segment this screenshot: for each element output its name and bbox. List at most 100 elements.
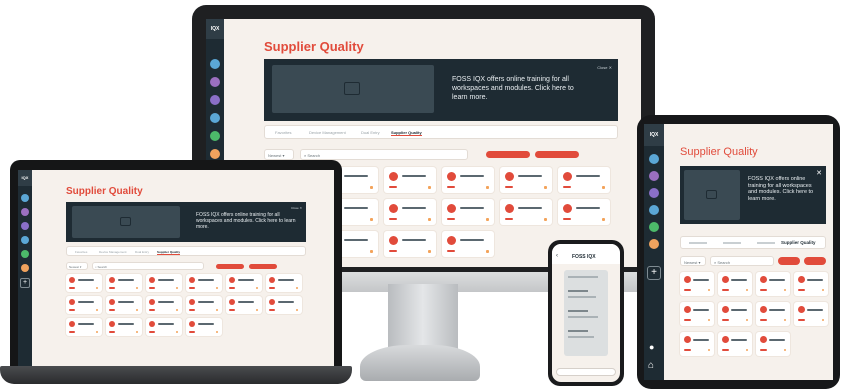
action-button-1[interactable] [216, 264, 244, 269]
list-item[interactable] [66, 296, 102, 314]
list-item[interactable] [106, 318, 142, 336]
list-item[interactable] [146, 318, 182, 336]
list-item[interactable] [186, 296, 222, 314]
list-item[interactable] [756, 302, 790, 326]
list-item[interactable] [500, 199, 552, 225]
workspace-dot-3[interactable] [21, 222, 29, 230]
close-icon[interactable]: ✕ [609, 65, 612, 70]
monitor-stand [388, 284, 458, 350]
home-icon[interactable]: ⌂ [648, 360, 654, 371]
tab-dual-entry[interactable]: Dual Entry [135, 250, 149, 254]
tab-favorites[interactable]: Favorites [75, 250, 87, 254]
search-input[interactable]: ⌕ Search [300, 149, 468, 160]
monitor-stand-base [360, 345, 480, 381]
action-button-2[interactable] [804, 257, 826, 265]
tab-device-management[interactable]: Device Management [99, 250, 127, 254]
workspace-dot-2[interactable] [649, 171, 659, 181]
list-item[interactable] [756, 272, 790, 296]
training-banner[interactable]: FOSS IQX offers online training for all … [264, 59, 618, 121]
action-button-1[interactable] [778, 257, 800, 265]
list-item[interactable] [794, 302, 828, 326]
action-button-2[interactable] [249, 264, 277, 269]
list-item[interactable] [718, 272, 752, 296]
list-item[interactable] [146, 274, 182, 292]
tab-placeholder-2[interactable] [723, 242, 741, 244]
list-item[interactable] [66, 318, 102, 336]
workspace-dot-6[interactable] [649, 239, 659, 249]
workspace-dot-4[interactable] [649, 205, 659, 215]
action-button-2[interactable] [535, 151, 579, 158]
close-icon[interactable]: ✕ [816, 169, 822, 177]
workspace-dot-5[interactable] [649, 222, 659, 232]
list-item[interactable] [66, 274, 102, 292]
sort-select[interactable]: Newest ▾ [66, 262, 88, 270]
tab-favorites[interactable]: Favorites [275, 130, 291, 135]
workspace-dot-6[interactable] [210, 149, 220, 159]
close-icon[interactable]: ✕ [299, 206, 302, 210]
list-item[interactable] [558, 167, 610, 193]
tab-placeholder-1[interactable] [689, 242, 707, 244]
workspace-dot-6[interactable] [21, 264, 29, 272]
list-item[interactable] [226, 296, 262, 314]
action-button-1[interactable] [486, 151, 530, 158]
tab-supplier-quality[interactable]: Supplier Quality [157, 250, 181, 255]
list-item[interactable] [680, 272, 714, 296]
tab-supplier-quality[interactable]: Supplier Quality [391, 130, 422, 136]
workspace-dot-3[interactable] [210, 95, 220, 105]
search-input[interactable]: ⌕ Search [710, 256, 774, 266]
list-item[interactable] [266, 274, 302, 292]
tab-placeholder-3[interactable] [757, 242, 775, 244]
workspace-dot-3[interactable] [649, 188, 659, 198]
training-banner[interactable]: FOSS IQX offers online training for all … [66, 202, 306, 242]
back-icon[interactable]: ‹ [556, 253, 558, 259]
list-item[interactable] [558, 199, 610, 225]
search-input[interactable]: ⌕ Search [92, 262, 204, 270]
list-item[interactable] [146, 296, 182, 314]
list-item[interactable] [680, 332, 714, 356]
list-item[interactable] [680, 302, 714, 326]
tablet: IQX + ● ⌂ Supplier Quality FOSS IQX offe… [637, 115, 840, 389]
list-item[interactable] [442, 199, 494, 225]
workspace-dot-1[interactable] [21, 194, 29, 202]
banner-close-button[interactable]: Close ✕ [597, 65, 612, 70]
sort-select[interactable]: Newest ▾ [264, 149, 294, 160]
list-item[interactable] [718, 332, 752, 356]
list-item[interactable] [384, 231, 436, 257]
list-item[interactable] [266, 296, 302, 314]
list-item[interactable] [106, 296, 142, 314]
list-item[interactable] [226, 274, 262, 292]
tab-bar: Favorites Device Management Dual Entry S… [264, 125, 618, 139]
list-item[interactable] [442, 231, 494, 257]
list-item[interactable] [106, 274, 142, 292]
tab-supplier-quality[interactable]: Supplier Quality [781, 240, 816, 245]
workspace-dot-4[interactable] [21, 236, 29, 244]
list-item[interactable] [442, 167, 494, 193]
workspace-dot-2[interactable] [210, 77, 220, 87]
workspace-dot-1[interactable] [210, 59, 220, 69]
list-item[interactable] [794, 272, 828, 296]
phone-input-bar[interactable] [556, 368, 616, 376]
banner-close-button[interactable]: Close ✕ [291, 206, 302, 210]
workspace-dot-5[interactable] [21, 250, 29, 258]
workspace-dot-4[interactable] [210, 113, 220, 123]
training-banner[interactable]: FOSS IQX offers online training for all … [680, 166, 826, 224]
sort-select[interactable]: Newest ▾ [680, 256, 706, 266]
list-item[interactable] [186, 274, 222, 292]
workspace-dot-1[interactable] [649, 154, 659, 164]
tab-device-management[interactable]: Device Management [309, 130, 346, 135]
list-item[interactable] [718, 302, 752, 326]
list-item[interactable] [756, 332, 790, 356]
list-item[interactable] [384, 167, 436, 193]
list-item[interactable] [384, 199, 436, 225]
list-item[interactable] [186, 318, 222, 336]
add-button[interactable]: + [647, 266, 661, 280]
workspace-dot-5[interactable] [210, 131, 220, 141]
phone: ‹ FOSS IQX [548, 240, 624, 386]
add-button[interactable]: + [20, 278, 30, 288]
user-icon[interactable]: ● [649, 342, 654, 352]
tab-bar: Favorites Device Management Dual Entry S… [66, 246, 306, 256]
list-item[interactable] [500, 167, 552, 193]
tab-dual-entry[interactable]: Dual Entry [361, 130, 380, 135]
image-icon [344, 82, 360, 95]
workspace-dot-2[interactable] [21, 208, 29, 216]
